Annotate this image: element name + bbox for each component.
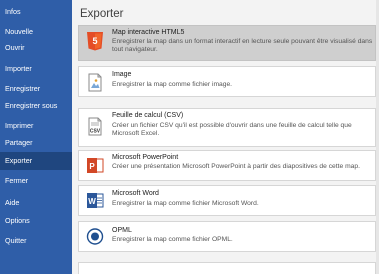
nav-item-enregistrer-sous[interactable]: Enregistrer sous <box>0 97 72 115</box>
export-option-csv[interactable]: CSV Feuille de calcul (CSV) Créer un fic… <box>78 108 376 147</box>
export-option-html5[interactable]: 5 Map interactive HTML5 Enregistrer la m… <box>78 25 376 61</box>
csv-icon: CSV <box>86 117 104 136</box>
powerpoint-icon: P <box>86 156 104 175</box>
option-title: Image <box>112 71 132 78</box>
backstage-sidebar: Infos Nouvelle Ouvrir Importer Enregistr… <box>0 0 72 274</box>
option-description: Enregistrer la map comme fichier OPML. <box>112 236 233 243</box>
html5-icon: 5 <box>86 32 104 51</box>
option-title: OPML <box>112 227 132 234</box>
option-description: Enregistrer la map dans un format intera… <box>112 38 373 53</box>
nav-item-aide[interactable]: Aide <box>0 194 72 212</box>
option-description: Créer un fichier CSV qu'il est possible … <box>112 122 352 137</box>
option-description: Créer une présentation Microsoft PowerPo… <box>112 163 360 170</box>
nav-item-quitter[interactable]: Quitter <box>0 232 72 250</box>
word-icon: W <box>86 191 104 210</box>
option-description: Enregistrer la map comme fichier Microso… <box>112 200 259 207</box>
page-title: Exporter <box>80 8 124 20</box>
option-description: Enregistrer la map comme fichier image. <box>112 81 233 88</box>
svg-text:CSV: CSV <box>90 129 101 135</box>
option-title: Feuille de calcul (CSV) <box>112 112 184 119</box>
svg-text:W: W <box>88 197 96 206</box>
export-option-more[interactable] <box>78 262 376 274</box>
nav-item-exporter[interactable]: Exporter <box>0 152 72 170</box>
svg-text:5: 5 <box>92 36 97 46</box>
nav-item-imprimer[interactable]: Imprimer <box>0 117 72 135</box>
nav-item-options[interactable]: Options <box>0 212 72 230</box>
export-option-powerpoint[interactable]: P Microsoft PowerPoint Créer une présent… <box>78 150 376 181</box>
opml-icon <box>86 227 104 246</box>
option-title: Map interactive HTML5 <box>112 29 185 36</box>
option-title: Microsoft PowerPoint <box>112 154 179 161</box>
nav-item-importer[interactable]: Importer <box>0 60 72 78</box>
nav-item-ouvrir[interactable]: Ouvrir <box>0 39 72 57</box>
svg-text:P: P <box>89 162 95 171</box>
nav-item-fermer[interactable]: Fermer <box>0 172 72 190</box>
export-option-opml[interactable]: OPML Enregistrer la map comme fichier OP… <box>78 221 376 252</box>
export-option-word[interactable]: W Microsoft Word Enregistrer la map comm… <box>78 185 376 216</box>
export-panel: Exporter 5 Map interactive HTML5 Enregis… <box>72 0 379 274</box>
image-icon <box>86 73 104 92</box>
nav-item-infos[interactable]: Infos <box>0 3 72 21</box>
option-title: Microsoft Word <box>112 190 159 197</box>
export-option-image[interactable]: Image Enregistrer la map comme fichier i… <box>78 66 376 97</box>
nav-item-enregistrer[interactable]: Enregistrer <box>0 80 72 98</box>
nav-item-partager[interactable]: Partager <box>0 134 72 152</box>
